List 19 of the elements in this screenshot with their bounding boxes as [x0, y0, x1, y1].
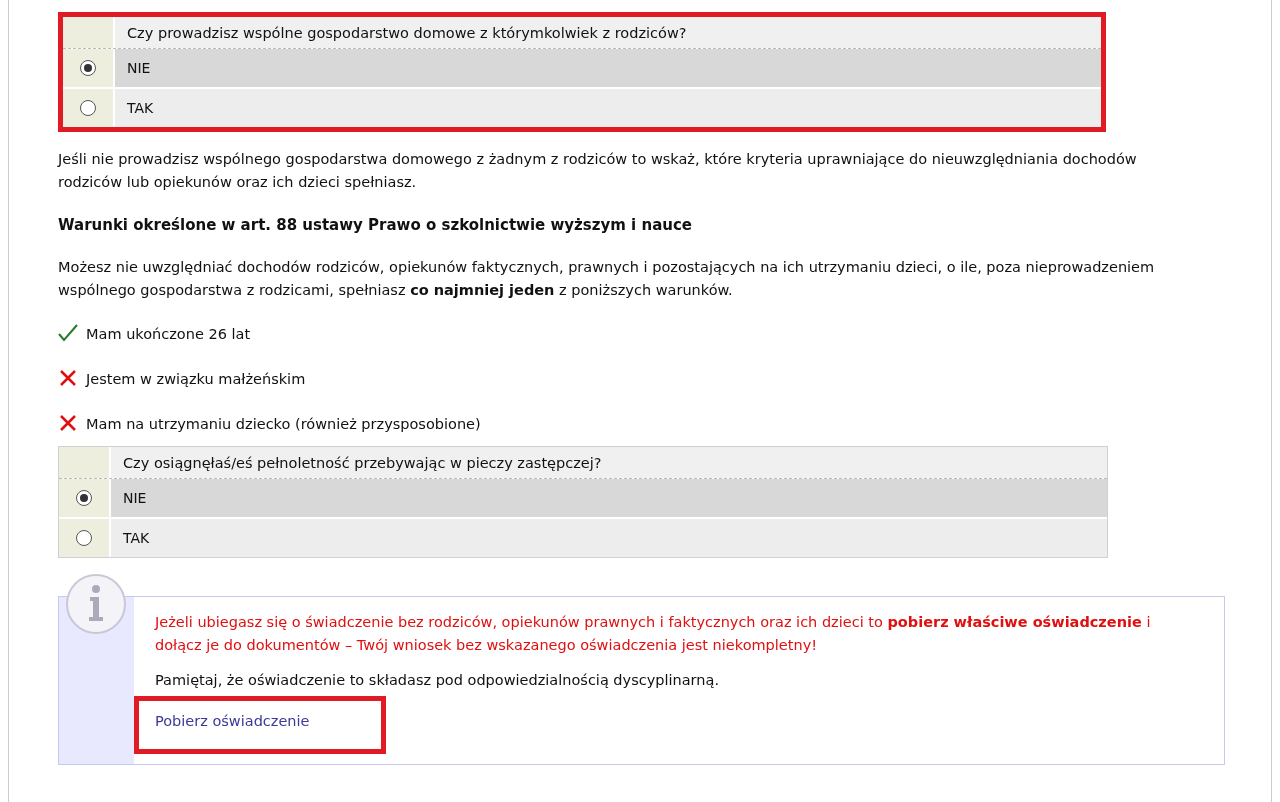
radio-button[interactable]	[76, 530, 92, 546]
option-label[interactable]: NIE	[115, 49, 1101, 87]
option-label[interactable]: TAK	[115, 89, 1101, 127]
option-label[interactable]: TAK	[111, 519, 1107, 557]
question-text: Czy osiągnęłaś/eś pełnoletność przebywając w pieczy zastępczej?	[111, 447, 1107, 478]
intro-text: Jeśli nie prowadzisz wspólnego gospodarstwa domowego z żadnym z rodziców to wskaż, które kryteria uprawniające do nieuwzględniania dochodów rodziców lub opiekunów oraz ich dzieci spełniasz.	[58, 150, 1138, 192]
option-label[interactable]: NIE	[111, 479, 1107, 517]
question-text: Czy prowadzisz wspólne gospodarstwo domowe z którymkolwiek z rodziców?	[115, 17, 1101, 48]
section-heading: Warunki określone w art. 88 ustawy Prawo o szkolnictwie wyższym i nauce	[58, 216, 693, 234]
note-text: Pamiętaj, że oświadczenie to składasz pod odpowiedzialnością dyscyplinarną.	[155, 672, 720, 688]
condition-label: Jestem w związku małżeńskim	[86, 371, 306, 387]
condition-label: Mam na utrzymaniu dziecko (również przysposobione)	[86, 416, 481, 432]
description-text: Możesz nie uwzględniać dochodów rodziców, opiekunów faktycznych, prawnych i pozostających na ich utrzymaniu dzieci, o ile, poza nieprowadzeniem wspólnego gospodarstwa z rodzicami, spełniasz co najmniej jeden z poniższych warunków.	[58, 258, 1156, 300]
condition-label: Mam ukończone 26 lat	[86, 326, 251, 342]
radio-button[interactable]	[80, 100, 96, 116]
warning-text: Jeżeli ubiegasz się o świadczenie bez rodziców, opiekunów prawnych i faktycznych oraz ich dzieci to pobierz właściwe oświadczenie i dołącz je do dokumentów – Twój wniosek bez wskazanego oświadczenia jest niekompletny!	[155, 613, 1152, 655]
radio-button[interactable]	[80, 60, 96, 76]
download-link[interactable]: Pobierz oświadczenie	[155, 713, 310, 729]
radio-button[interactable]	[76, 490, 92, 506]
